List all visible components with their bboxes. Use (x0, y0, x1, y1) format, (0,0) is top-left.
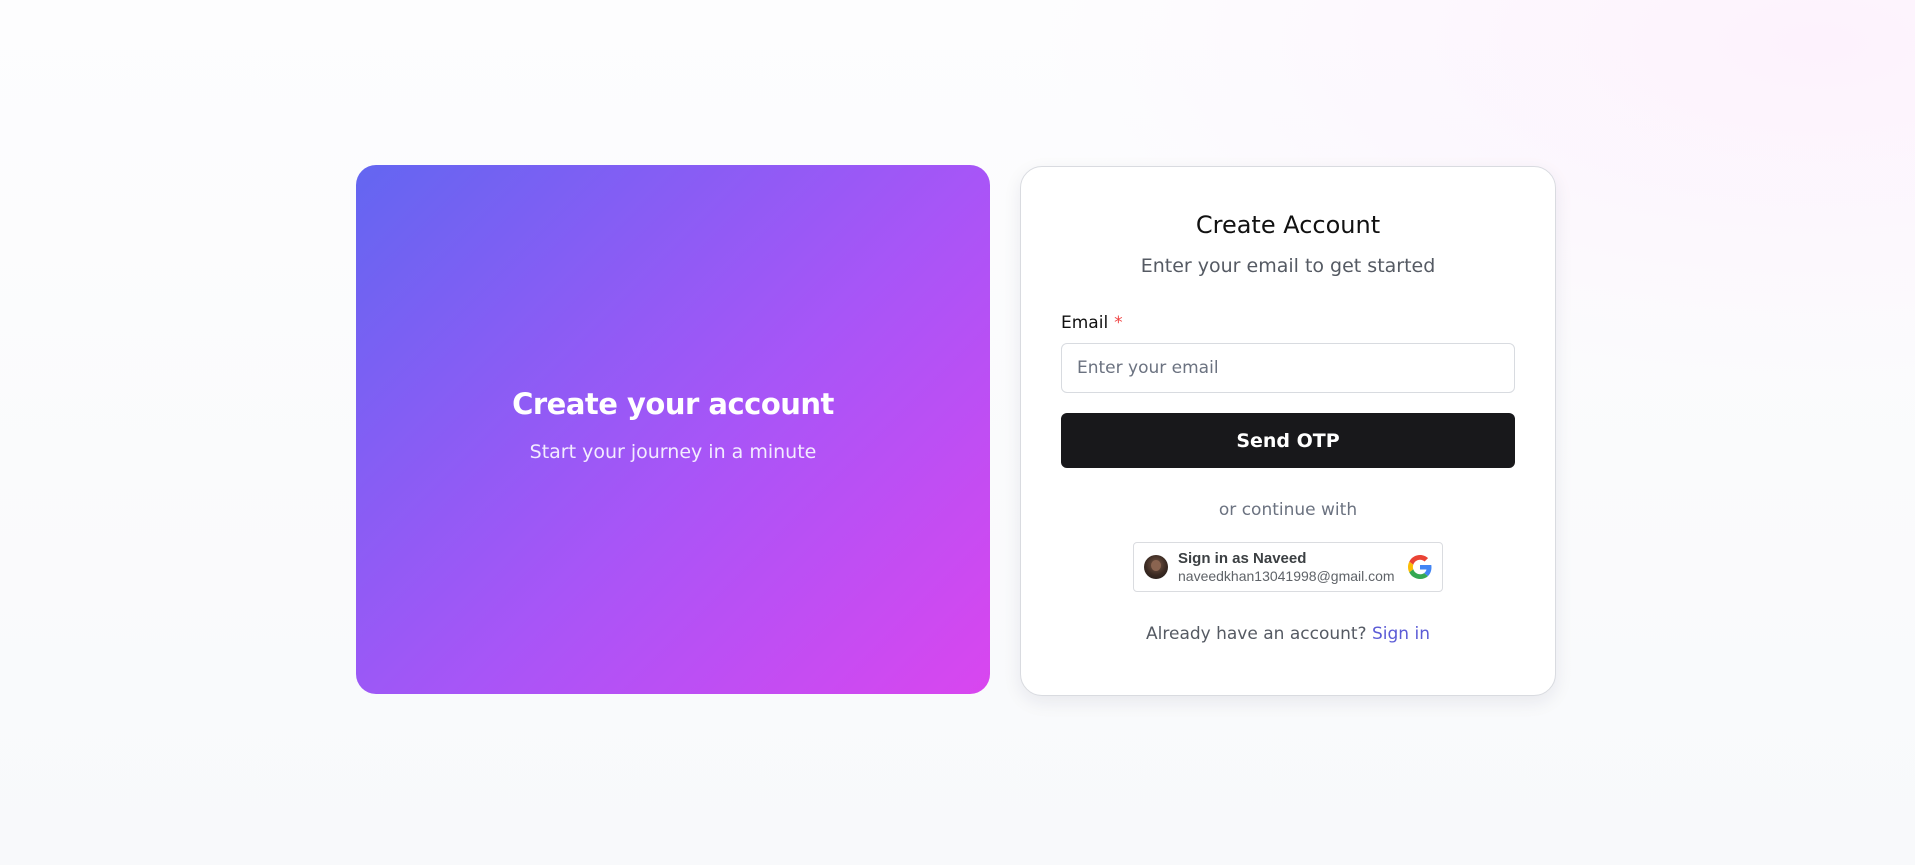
hero-title: Create your account (512, 386, 834, 421)
signin-prompt: Already have an account? Sign in (1061, 624, 1515, 644)
hero-panel: Create your account Start your journey i… (356, 165, 990, 694)
signin-link[interactable]: Sign in (1372, 624, 1430, 644)
avatar (1144, 555, 1168, 579)
form-subtitle: Enter your email to get started (1140, 255, 1436, 277)
email-label-text: Email (1061, 313, 1109, 333)
signup-card: Create Account Enter your email to get s… (1020, 166, 1556, 696)
signin-prompt-text: Already have an account? (1146, 624, 1367, 644)
form-title: Create Account (1195, 211, 1381, 239)
email-label: Email * (1061, 313, 1515, 333)
required-mark: * (1114, 313, 1123, 333)
email-input[interactable] (1061, 343, 1515, 393)
continue-with-divider: or continue with (1218, 500, 1358, 520)
google-account-name: Sign in as Naveed (1178, 549, 1307, 567)
google-account-info: Sign in as Naveed naveedkhan13041998@gma… (1178, 550, 1408, 585)
hero-subtitle: Start your journey in a minute (529, 440, 817, 463)
google-signin-button[interactable]: Sign in as Naveed naveedkhan13041998@gma… (1133, 542, 1443, 592)
send-otp-button[interactable]: Send OTP (1061, 413, 1515, 468)
google-account-email: naveedkhan13041998@gmail.com (1178, 567, 1395, 584)
google-icon (1408, 555, 1432, 579)
